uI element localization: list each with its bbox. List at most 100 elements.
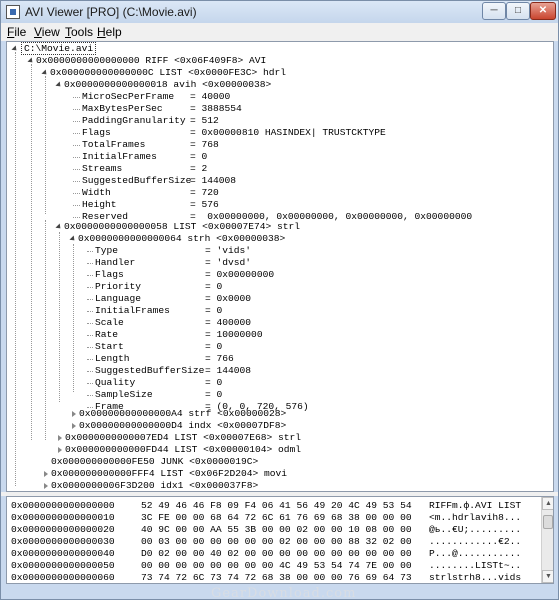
field-row[interactable]: MicroSecPerFrame = 40000 [82,91,230,103]
field-value: 0x00000810 HASINDEX| TRUSTCKTYPE [201,127,386,138]
field-equals: = [205,317,217,328]
maximize-button[interactable]: □ [506,2,530,20]
hex-offset: 0x0000000000000000 [11,500,115,511]
field-key: SuggestedBufferSize [82,175,192,186]
field-value: 2 [201,163,208,174]
title-bar[interactable]: AVI Viewer [PRO] (C:\Movie.avi) ─ □ ✕ [1,1,558,23]
field-key: Height [82,199,117,210]
field-key: Handler [95,257,136,268]
expand-avih-icon[interactable] [55,81,63,89]
expand-root-icon[interactable] [11,45,19,53]
field-equals: = [205,389,217,400]
field-equals: = [190,115,202,126]
hex-bytes: 40 9C 00 00 AA 55 3B 00 00 02 00 00 10 0… [141,524,412,535]
field-key: Quality [95,377,136,388]
expand-strf-icon[interactable] [72,411,76,417]
field-row[interactable]: Type = 'vids' [95,245,251,257]
field-row[interactable]: Width = 720 [82,187,219,199]
field-value: 144008 [216,365,252,376]
tree-node-movi[interactable]: 0x000000000000FFF4 LIST <0x06F2D204> mov… [51,468,287,480]
field-value: 0 [216,305,223,316]
field-equals: = [205,353,217,364]
field-equals: = [205,341,217,352]
tree-node-avih[interactable]: 0x0000000000000018 avih <0x00000038> [64,79,271,91]
field-key: InitialFrames [95,305,170,316]
field-row[interactable]: Height = 576 [82,199,219,211]
close-button[interactable]: ✕ [530,2,556,20]
tree-node-junk[interactable]: 0x000000000000FE50 JUNK <0x0000019C> [51,456,258,468]
expand-strl2-icon[interactable] [58,435,62,441]
expand-indx-icon[interactable] [72,423,76,429]
field-key: MaxBytesPerSec [82,103,163,114]
field-row[interactable]: Language = 0x0000 [95,293,251,305]
field-row[interactable]: InitialFrames = 0 [95,305,222,317]
field-key: Streams [82,163,123,174]
field-value: 0 [216,281,223,292]
field-value: 576 [201,199,219,210]
field-equals: = [205,365,217,376]
field-key: Rate [95,329,119,340]
scroll-up-icon[interactable]: ▲ [542,497,553,510]
watermark: GearDownload.com [211,586,357,600]
field-row[interactable]: Quality = 0 [95,377,222,389]
tree-node-odml[interactable]: 0x000000000000FD44 LIST <0x00000104> odm… [65,444,301,456]
minimize-button[interactable]: ─ [482,2,506,20]
hex-ascii: RIFFm.ф.AVI LIST [429,500,522,511]
scroll-down-icon[interactable]: ▼ [542,570,553,583]
field-row[interactable]: PaddingGranularity = 512 [82,115,219,127]
field-row[interactable]: Flags = 0x00000810 HASINDEX| TRUSTCKTYPE [82,127,386,139]
app-icon [6,5,20,19]
tree-node-hdrl[interactable]: 0x000000000000000C LIST <0x0000FE3C> hdr… [50,67,286,79]
field-value: 'vids' [216,245,252,256]
tree-node-indx[interactable]: 0x00000000000000D4 indx <0x00007DF8> [79,420,286,432]
tree-node-root[interactable]: C:\Movie.avi [21,42,97,55]
field-value: 720 [201,187,219,198]
field-row[interactable]: SampleSize = 0 [95,389,222,401]
field-row[interactable]: Streams = 2 [82,163,207,175]
tree-node-strh[interactable]: 0x0000000000000064 strh <0x00000038> [78,233,285,245]
hex-offset: 0x0000000000000050 [11,560,115,571]
hex-scrollbar[interactable]: ▲ ▼ [541,497,553,583]
field-row[interactable]: Flags = 0x00000000 [95,269,274,281]
hex-view[interactable]: 0x0000000000000000 52 49 46 46 F8 09 F4 0… [6,496,554,584]
hex-bytes: D0 02 00 00 40 02 00 00 00 00 00 00 00 0… [141,548,412,559]
field-row[interactable]: Start = 0 [95,341,222,353]
expand-hdrl-icon[interactable] [41,69,49,77]
menu-view[interactable]: View [34,25,60,39]
tree-node-riff[interactable]: 0x0000000000000000 RIFF <0x06F409F8> AVI [36,55,266,67]
expand-strh-icon[interactable] [69,235,77,243]
tree-node-strl2[interactable]: 0x0000000000007ED4 LIST <0x00007E68> str… [65,432,301,444]
field-value: 0 [201,151,208,162]
field-row[interactable]: Scale = 400000 [95,317,251,329]
hex-offset: 0x0000000000000010 [11,512,115,523]
tree-node-strl[interactable]: 0x0000000000000058 LIST <0x00007E74> str… [64,221,300,233]
scroll-thumb[interactable] [543,515,553,529]
field-row[interactable]: Length = 766 [95,353,234,365]
field-row[interactable]: SuggestedBufferSize= 144008 [82,175,236,187]
chunk-tree[interactable]: C:\Movie.avi 0x0000000000000000 RIFF <0x… [6,41,554,492]
field-equals: = [205,245,217,256]
menu-file[interactable]: File [7,25,26,39]
expand-strl-icon[interactable] [55,223,63,231]
tree-node-idx1[interactable]: 0x0000000006F3D200 idx1 <0x000037F8> [51,480,258,491]
field-row[interactable]: InitialFrames = 0 [82,151,207,163]
expand-riff-icon[interactable] [27,57,35,65]
field-equals: = [190,139,202,150]
expand-movi-icon[interactable] [44,471,48,477]
field-row[interactable]: Rate = 10000000 [95,329,263,341]
menu-help[interactable]: Help [97,25,122,39]
tree-node-strf[interactable]: 0x00000000000000A4 strf <0x00000028> [79,408,286,420]
field-row[interactable]: Handler = 'dvsd' [95,257,251,269]
field-key: Flags [82,127,111,138]
field-row[interactable]: Priority = 0 [95,281,222,293]
field-key: Language [95,293,142,304]
field-row[interactable]: SuggestedBufferSize= 144008 [95,365,251,377]
field-row[interactable]: MaxBytesPerSec = 3888554 [82,103,242,115]
field-key: Flags [95,269,124,280]
field-row[interactable]: TotalFrames = 768 [82,139,219,151]
expand-idx1-icon[interactable] [44,483,48,489]
expand-odml-icon[interactable] [58,447,62,453]
field-key: SuggestedBufferSize [95,365,205,376]
hex-ascii: strlstrh8...vids [429,572,522,583]
menu-tools[interactable]: Tools [65,25,93,39]
